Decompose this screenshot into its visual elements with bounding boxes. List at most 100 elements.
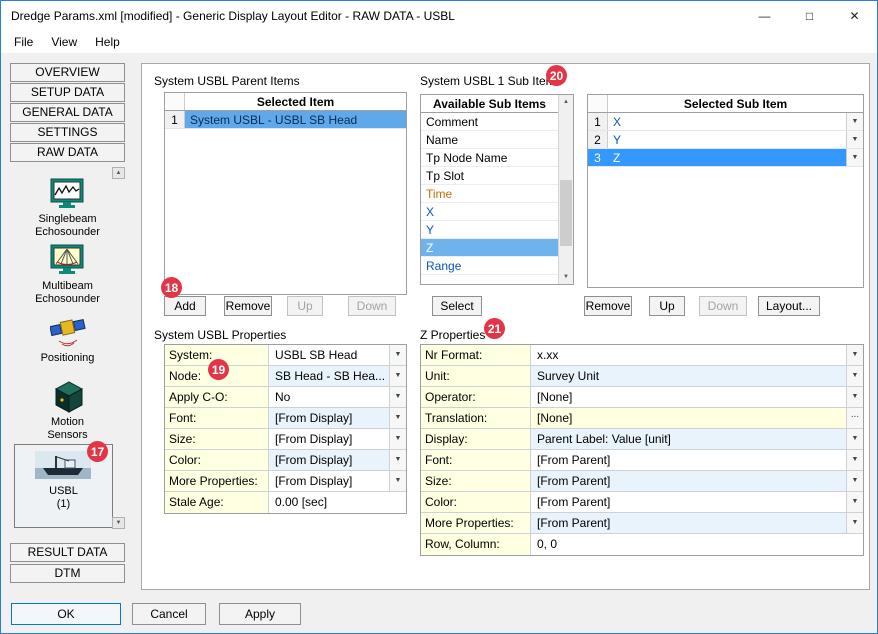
dropdown-arrow-icon[interactable]: [846, 450, 863, 470]
dropdown-arrow-icon[interactable]: [389, 408, 406, 428]
motion-sensors-icon[interactable]: [50, 377, 88, 418]
list-item[interactable]: Y: [421, 221, 558, 239]
positioning-icon[interactable]: [50, 310, 86, 353]
ellipsis-button[interactable]: ...: [846, 408, 863, 428]
singlebeam-label[interactable]: Singlebeam: [10, 213, 125, 225]
property-row: Stale Age: 0.00 [sec]: [165, 492, 406, 513]
sidebar-item-raw-data[interactable]: RAW DATA: [10, 143, 125, 162]
singlebeam-label-2[interactable]: Echosounder: [10, 226, 125, 238]
property-value[interactable]: Survey Unit: [531, 366, 846, 386]
dropdown-arrow-icon[interactable]: [389, 429, 406, 449]
list-item[interactable]: Range: [421, 257, 558, 275]
singlebeam-echosounder-icon[interactable]: [50, 178, 84, 213]
list-item[interactable]: Name: [421, 131, 558, 149]
sidebar-item-overview[interactable]: OVERVIEW: [10, 63, 125, 82]
positioning-label[interactable]: Positioning: [10, 352, 125, 364]
remove-sub-item-button[interactable]: Remove: [584, 296, 632, 316]
dropdown-arrow-icon[interactable]: [846, 366, 863, 386]
dropdown-arrow-icon[interactable]: [846, 471, 863, 491]
dropdown-arrow-icon[interactable]: [389, 471, 406, 491]
scroll-down-icon[interactable]: [559, 270, 573, 284]
dropdown-arrow-icon[interactable]: [846, 429, 863, 449]
list-item[interactable]: Comment: [421, 113, 558, 131]
minimize-button[interactable]: —: [742, 1, 787, 31]
dropdown-arrow-icon[interactable]: [389, 366, 406, 386]
property-value[interactable]: [From Display]: [269, 450, 389, 470]
dropdown-arrow-icon[interactable]: [846, 113, 863, 130]
cancel-button[interactable]: Cancel: [132, 603, 206, 625]
scrollbar-thumb[interactable]: [560, 180, 572, 246]
dropdown-arrow-icon[interactable]: [846, 492, 863, 512]
sidebar-item-setup-data[interactable]: SETUP DATA: [10, 83, 125, 102]
menu-file[interactable]: File: [5, 33, 42, 51]
table-row[interactable]: 2 Y: [588, 131, 863, 149]
row-number: 3: [588, 149, 608, 166]
property-label: More Properties:: [421, 513, 531, 533]
down-sub-item-button[interactable]: Down: [699, 296, 747, 316]
ok-button[interactable]: OK: [11, 603, 121, 625]
row-number: 1: [588, 113, 608, 130]
dropdown-arrow-icon[interactable]: [389, 387, 406, 407]
available-sub-items-header: Available Sub Items: [421, 95, 558, 113]
sidebar-item-settings[interactable]: SETTINGS: [10, 123, 125, 142]
parent-items-table: Selected Item 1 System USBL - USBL SB He…: [164, 92, 407, 295]
property-value[interactable]: [From Parent]: [531, 492, 846, 512]
property-value[interactable]: [None]: [531, 387, 846, 407]
sidebar-item-general-data[interactable]: GENERAL DATA: [10, 103, 125, 122]
down-button[interactable]: Down: [348, 296, 396, 316]
up-sub-item-button[interactable]: Up: [649, 296, 685, 316]
select-button[interactable]: Select: [432, 296, 482, 316]
property-value[interactable]: USBL SB Head: [269, 345, 389, 365]
dropdown-arrow-icon[interactable]: [846, 513, 863, 533]
property-row: Color: [From Display]: [165, 450, 406, 471]
dropdown-arrow-icon[interactable]: [846, 149, 863, 166]
property-value[interactable]: Parent Label: Value [unit]: [531, 429, 846, 449]
property-value[interactable]: [None]: [531, 408, 846, 428]
maximize-button[interactable]: □: [787, 1, 832, 31]
table-row-selected[interactable]: 3 Z: [588, 149, 863, 167]
property-value[interactable]: [From Display]: [269, 471, 389, 491]
property-value[interactable]: [From Parent]: [531, 471, 846, 491]
list-item[interactable]: X: [421, 203, 558, 221]
apply-button[interactable]: Apply: [219, 603, 301, 625]
list-item[interactable]: Time: [421, 185, 558, 203]
property-value[interactable]: No: [269, 387, 389, 407]
sidebar-item-result-data[interactable]: RESULT DATA: [10, 543, 125, 562]
property-value[interactable]: [From Display]: [269, 408, 389, 428]
property-value[interactable]: 0, 0: [531, 534, 863, 555]
list-item[interactable]: Tp Node Name: [421, 149, 558, 167]
property-value[interactable]: [From Parent]: [531, 513, 846, 533]
up-button[interactable]: Up: [287, 296, 323, 316]
sidebar-scroll-up-icon[interactable]: [112, 167, 125, 179]
multibeam-echosounder-icon[interactable]: [50, 244, 84, 279]
property-value[interactable]: [From Parent]: [531, 450, 846, 470]
list-item-selected[interactable]: Z: [421, 239, 558, 257]
motion-sensors-label[interactable]: Motion: [10, 416, 125, 428]
multibeam-label-2[interactable]: Echosounder: [10, 293, 125, 305]
scrollbar[interactable]: [558, 95, 573, 284]
motion-sensors-label-2[interactable]: Sensors: [10, 429, 125, 441]
annotation-badge-20: 20: [546, 65, 567, 86]
property-value[interactable]: x.xx: [531, 345, 846, 365]
scroll-up-icon[interactable]: [559, 95, 573, 109]
dropdown-arrow-icon[interactable]: [389, 345, 406, 365]
dropdown-arrow-icon[interactable]: [389, 450, 406, 470]
dropdown-arrow-icon[interactable]: [846, 345, 863, 365]
dropdown-arrow-icon[interactable]: [846, 131, 863, 148]
list-item[interactable]: Tp Slot: [421, 167, 558, 185]
close-button[interactable]: ✕: [832, 1, 877, 31]
table-row[interactable]: 1 System USBL - USBL SB Head: [165, 111, 406, 129]
menu-view[interactable]: View: [42, 33, 86, 51]
multibeam-label[interactable]: Multibeam: [10, 280, 125, 292]
table-row[interactable]: 1 X: [588, 113, 863, 131]
property-value[interactable]: SB Head - SB Hea...: [269, 366, 389, 386]
remove-button[interactable]: Remove: [224, 296, 272, 316]
sidebar-scroll-down-icon[interactable]: [112, 517, 125, 529]
dropdown-arrow-icon[interactable]: [846, 387, 863, 407]
menu-help[interactable]: Help: [86, 33, 129, 51]
layout-button[interactable]: Layout...: [758, 296, 820, 316]
sidebar-item-dtm[interactable]: DTM: [10, 564, 125, 583]
property-value[interactable]: [From Display]: [269, 429, 389, 449]
property-value[interactable]: 0.00 [sec]: [269, 492, 406, 513]
add-button[interactable]: Add: [164, 296, 206, 316]
